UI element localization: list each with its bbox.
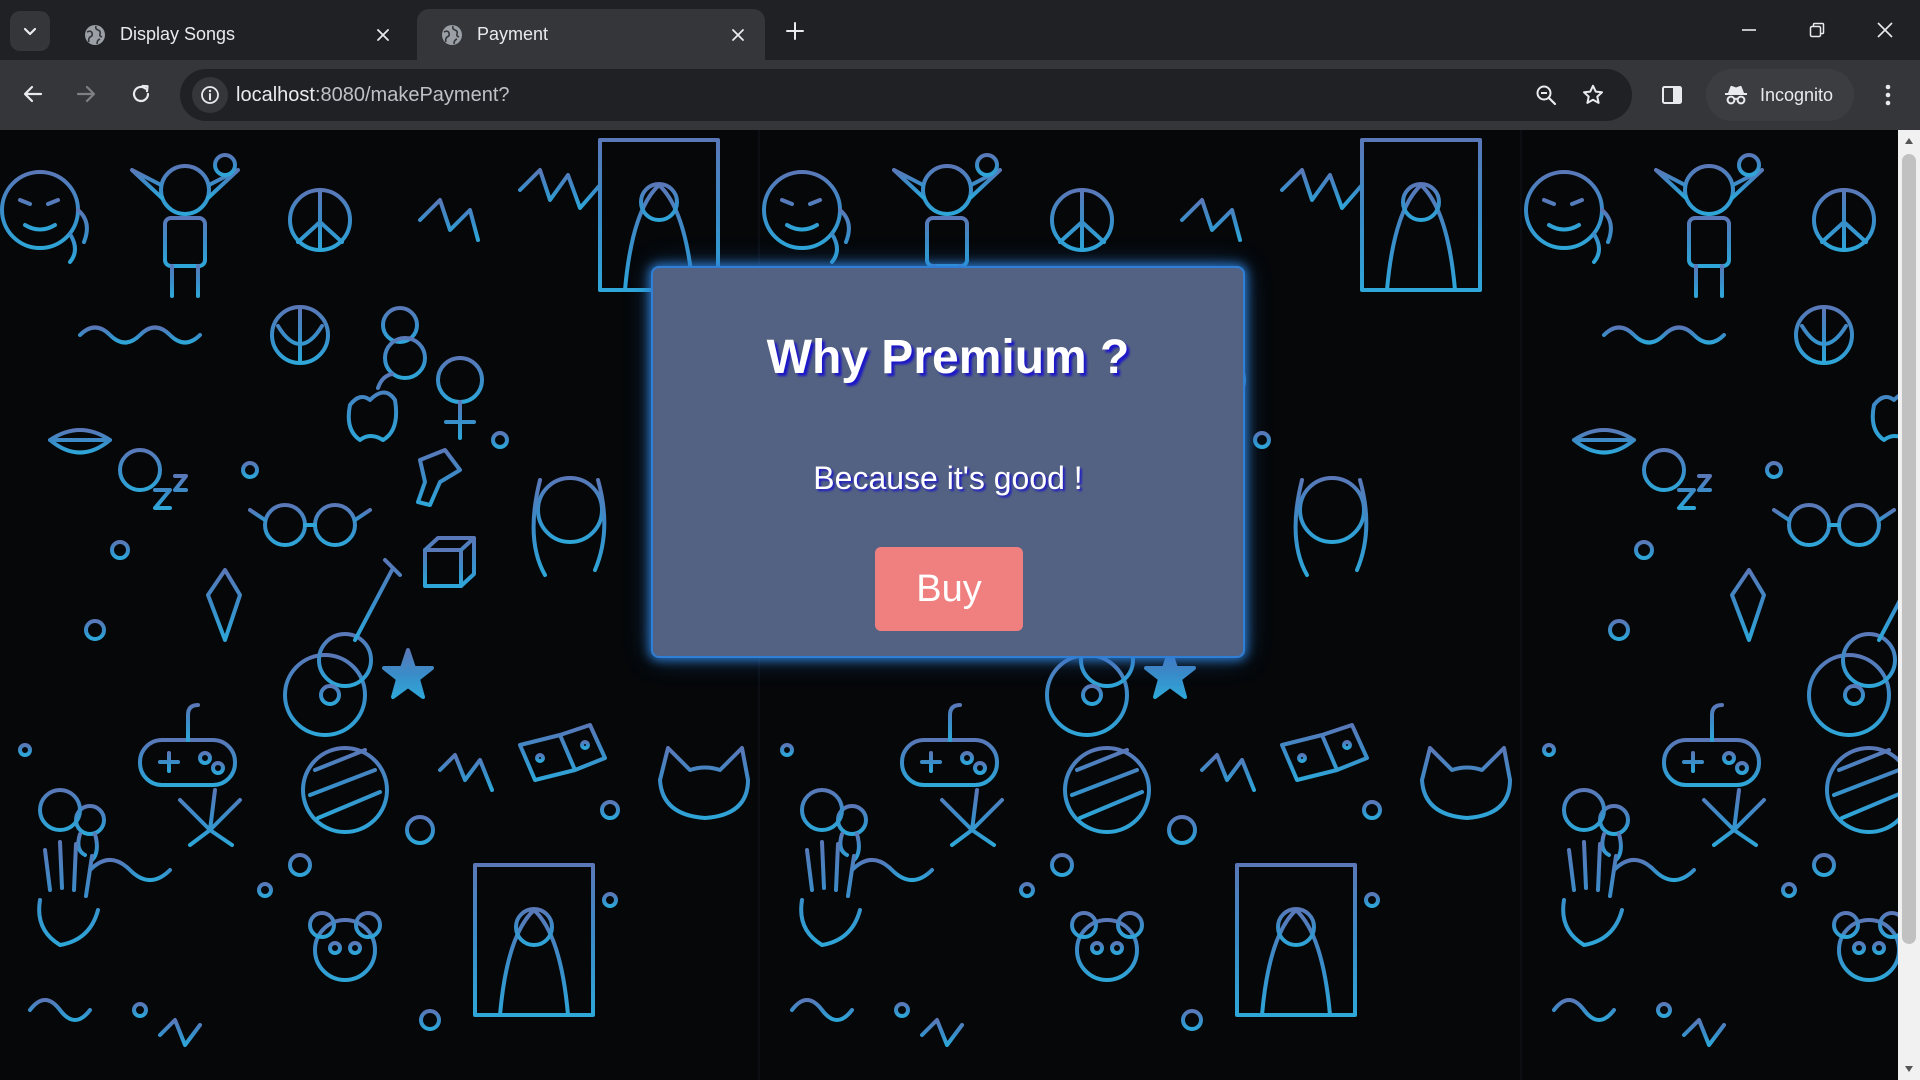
- new-tab-button[interactable]: [780, 16, 810, 46]
- incognito-profile-button[interactable]: Incognito: [1706, 69, 1854, 121]
- side-panel-icon: [1662, 86, 1682, 104]
- minimize-button[interactable]: [1724, 10, 1774, 50]
- restore-button[interactable]: [1792, 10, 1842, 50]
- card-title: Why Premium ?: [766, 331, 1130, 384]
- bookmark-button[interactable]: [1575, 77, 1611, 113]
- minimize-icon: [1742, 29, 1756, 31]
- reload-icon: [132, 84, 150, 103]
- more-vertical-icon: [1885, 84, 1891, 106]
- tab-strip: Display Songs Payment: [0, 0, 1920, 60]
- globe-icon: [442, 24, 462, 45]
- site-info-button[interactable]: [192, 77, 228, 113]
- card-description: Because it's good !: [813, 460, 1083, 496]
- zoom-out-icon: [1536, 85, 1557, 106]
- browser-toolbar: localhost:8080/makePayment? Incognito: [0, 60, 1920, 130]
- url-host: localhost: [236, 83, 315, 106]
- close-window-button[interactable]: [1860, 10, 1910, 50]
- zoom-button[interactable]: [1528, 77, 1564, 113]
- triangle-up-icon: [1905, 138, 1913, 144]
- scroll-up-arrow[interactable]: [1898, 130, 1920, 152]
- arrow-left-icon: [23, 85, 43, 103]
- url-text[interactable]: localhost:8080/makePayment?: [236, 69, 510, 121]
- tab-search-button[interactable]: [10, 11, 50, 51]
- triangle-down-icon: [1905, 1066, 1913, 1072]
- vertical-scrollbar[interactable]: [1898, 130, 1920, 1080]
- back-button[interactable]: [13, 74, 53, 114]
- tab-payment[interactable]: Payment: [417, 9, 765, 60]
- tab-display-songs[interactable]: Display Songs: [60, 9, 410, 60]
- scroll-down-arrow[interactable]: [1898, 1058, 1920, 1080]
- incognito-icon: [1725, 85, 1747, 105]
- page-viewport: Why Premium ? Because it's good ! Buy: [0, 130, 1898, 1080]
- reload-button[interactable]: [121, 74, 161, 114]
- restore-icon: [1809, 22, 1825, 38]
- arrow-right-icon: [76, 85, 96, 103]
- side-panel-button[interactable]: [1652, 75, 1692, 115]
- url-path: :8080/makePayment?: [314, 83, 510, 106]
- close-icon: [1877, 22, 1893, 38]
- buy-button[interactable]: Buy: [875, 547, 1023, 631]
- scrollbar-thumb[interactable]: [1902, 154, 1916, 944]
- browser-menu-button[interactable]: [1868, 75, 1908, 115]
- globe-icon: [85, 24, 105, 45]
- plus-icon: [786, 22, 804, 40]
- premium-card: Why Premium ? Because it's good ! Buy: [651, 266, 1245, 658]
- incognito-label: Incognito: [1760, 84, 1834, 105]
- close-icon[interactable]: [725, 22, 751, 48]
- address-bar[interactable]: localhost:8080/makePayment?: [180, 69, 1632, 121]
- info-icon: [201, 86, 219, 104]
- tab-title: Display Songs: [120, 24, 236, 44]
- forward-button[interactable]: [66, 74, 106, 114]
- close-icon[interactable]: [370, 22, 396, 48]
- chevron-down-icon: [23, 27, 37, 36]
- star-icon: [1583, 84, 1603, 104]
- tab-title: Payment: [477, 24, 549, 44]
